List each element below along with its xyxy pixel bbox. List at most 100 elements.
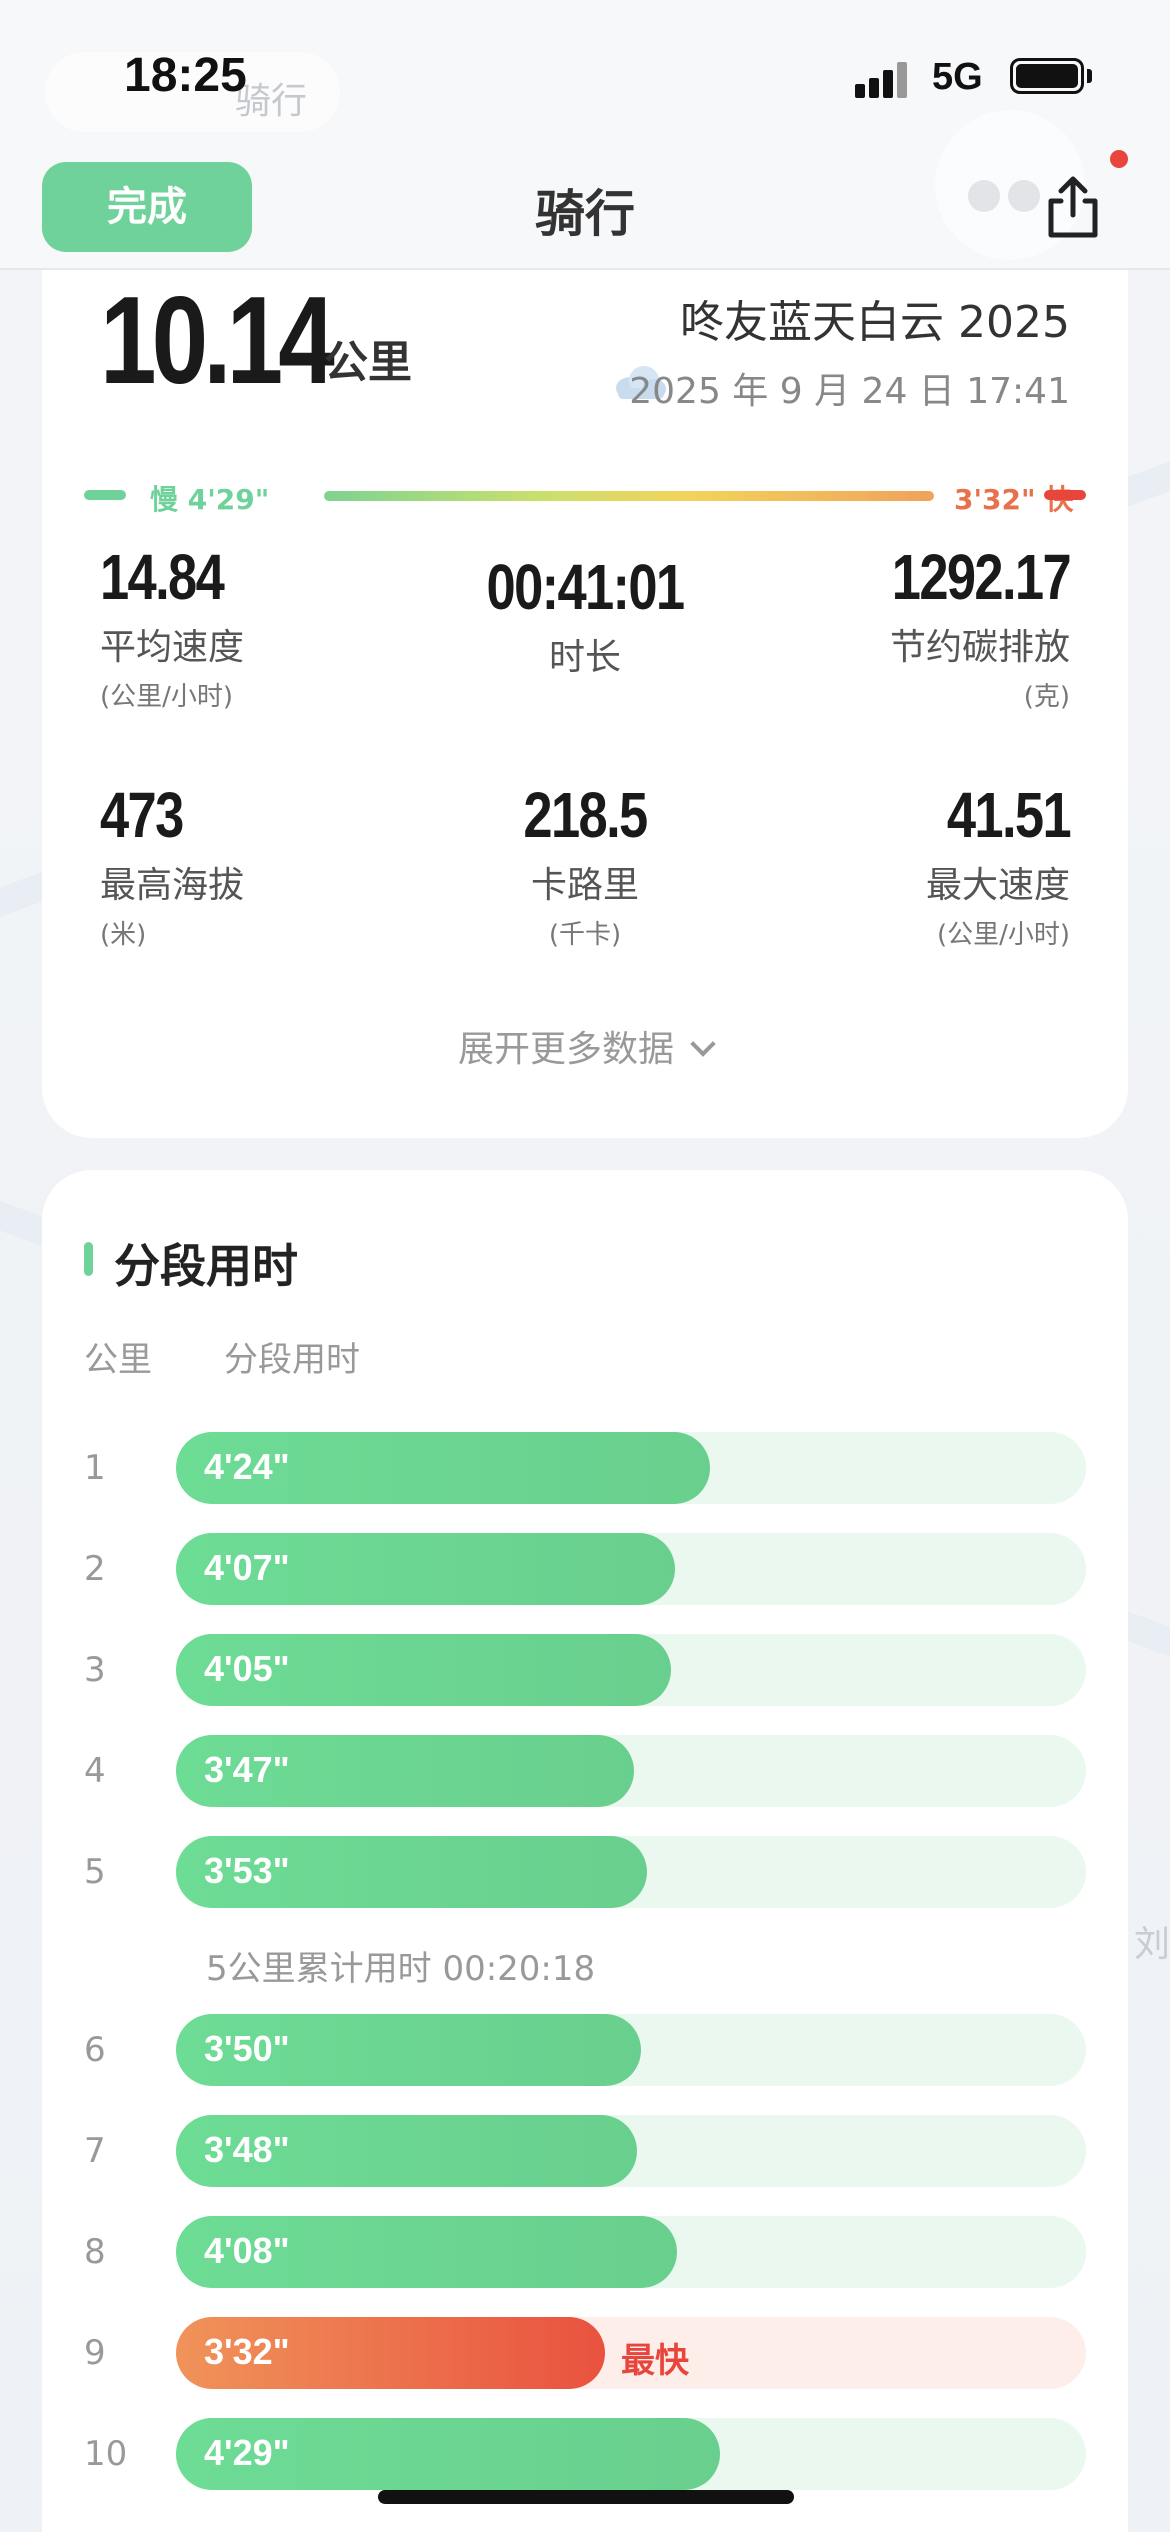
- chevron-down-icon: [690, 1031, 716, 1057]
- activity-title: 咚友蓝天白云 2025: [680, 297, 1070, 348]
- split-time: 4'08": [204, 2230, 290, 2271]
- stat-unit: (克): [1023, 682, 1070, 712]
- split-track: 4'29": [176, 2418, 1086, 2490]
- expand-more-label: 展开更多数据: [457, 1029, 674, 1070]
- split-time: 4'07": [204, 1547, 290, 1588]
- split-bar: 4'29": [176, 2418, 720, 2490]
- network-type: 5G: [932, 56, 983, 98]
- split-km: 10: [84, 2434, 128, 2474]
- share-icon[interactable]: [1045, 175, 1101, 239]
- split-track: 3'32" 最快: [176, 2317, 1086, 2389]
- split-time: 4'24": [204, 1446, 290, 1487]
- split-times-card: 分段用时 公里 分段用时 1 4'24" 2 4'07" 3 4'05" 4 3'47" 5 3'…: [42, 1170, 1128, 2532]
- stat-value: 1292.17: [891, 541, 1072, 613]
- page-title: 骑行: [535, 185, 635, 243]
- split-km: 2: [84, 1549, 106, 1589]
- distance-unit: 公里: [324, 337, 412, 388]
- stat-unit: (公里/小时): [936, 920, 1070, 950]
- split-km: 7: [84, 2131, 106, 2171]
- split-track: 3'48": [176, 2115, 1086, 2187]
- stat-duration: 00:41:01 时长: [425, 550, 745, 680]
- nav-bar: 完成 骑行: [0, 110, 1170, 270]
- stat-label: 平均速度: [100, 627, 245, 668]
- split-bar: 3'48": [176, 2115, 637, 2187]
- split-time: 3'32": [204, 2331, 290, 2372]
- split-bar: 4'05": [176, 1634, 671, 1706]
- pace-gradient: [324, 491, 934, 501]
- split-bar: 3'53": [176, 1836, 647, 1908]
- column-header-split-time: 分段用时: [224, 1340, 360, 1380]
- stat-value: 473: [100, 779, 184, 851]
- distance-value: 10.14: [100, 272, 335, 410]
- split-time: 4'29": [204, 2432, 290, 2473]
- stat-carbon-saved: 1292.17 节约碳排放 (克): [750, 540, 1072, 713]
- battery-tip: [1087, 69, 1092, 83]
- status-time: 18:25: [124, 49, 247, 102]
- stat-label: 最高海拔: [100, 865, 245, 906]
- fast-pace-marker: [1044, 490, 1086, 500]
- activity-datetime: 2025 年 9 月 24 日 17:41: [629, 371, 1070, 412]
- split-track: 4'24": [176, 1432, 1086, 1504]
- column-header-km: 公里: [84, 1340, 152, 1380]
- split-km: 8: [84, 2232, 106, 2272]
- split-time: 4'05": [204, 1648, 290, 1689]
- split-km: 5: [84, 1852, 106, 1892]
- split-bar: 4'07": [176, 1533, 675, 1605]
- stat-value: 41.51: [946, 779, 1072, 851]
- split-row: 2 4'07": [42, 1533, 1128, 1605]
- split-row: 3 4'05": [42, 1634, 1128, 1706]
- split-bar: 3'47": [176, 1735, 634, 1807]
- stat-unit: (公里/小时): [100, 682, 234, 712]
- slow-pace-label: 慢 4'29": [150, 483, 270, 516]
- split-bar: 4'24": [176, 1432, 710, 1504]
- stat-value: 14.84: [100, 541, 225, 613]
- stat-unit: (千卡): [548, 920, 622, 950]
- stat-value: 218.5: [523, 779, 648, 851]
- stat-label: 时长: [548, 637, 621, 678]
- split-row: 7 3'48": [42, 2115, 1128, 2187]
- cumulative-5km: 5公里累计用时 00:20:18: [206, 1949, 596, 1989]
- split-track: 3'53": [176, 1836, 1086, 1908]
- split-km: 9: [84, 2333, 106, 2373]
- split-row: 9 3'32" 最快: [42, 2317, 1128, 2389]
- pace-range-bar: 慢 4'29" 3'32" 快: [84, 470, 1086, 520]
- split-row: 8 4'08": [42, 2216, 1128, 2288]
- fastest-badge: 最快: [621, 2341, 689, 2381]
- summary-card: 10.14 公里 咚友蓝天白云 2025 2025 年 9 月 24 日 17:…: [42, 270, 1128, 1138]
- split-track: 3'47": [176, 1735, 1086, 1807]
- stat-calories: 218.5 卡路里 (千卡): [425, 778, 745, 951]
- battery-icon: [1010, 58, 1084, 94]
- home-indicator: [378, 2490, 794, 2504]
- split-track: 4'08": [176, 2216, 1086, 2288]
- slow-pace-marker: [84, 490, 126, 500]
- split-time: 3'50": [204, 2028, 290, 2069]
- expand-more-button[interactable]: 展开更多数据: [42, 1020, 1128, 1072]
- map-label: 刘: [1133, 1924, 1170, 1965]
- split-row: 6 3'50": [42, 2014, 1128, 2086]
- stat-label: 节约碳排放: [889, 627, 1070, 668]
- split-time: 3'47": [204, 1749, 290, 1790]
- stat-avg-speed: 14.84 平均速度 (公里/小时): [100, 540, 420, 713]
- split-km: 6: [84, 2030, 106, 2070]
- split-time: 3'53": [204, 1850, 290, 1891]
- split-km: 4: [84, 1751, 106, 1791]
- split-km: 3: [84, 1650, 106, 1690]
- stat-max-speed: 41.51 最大速度 (公里/小时): [750, 778, 1072, 951]
- cellular-signal-icon: [855, 60, 915, 98]
- section-title: 分段用时: [114, 1239, 298, 1293]
- split-bar: 4'08": [176, 2216, 677, 2288]
- split-bar: 3'32": [176, 2317, 605, 2389]
- split-track: 4'07": [176, 1533, 1086, 1605]
- split-track: 4'05": [176, 1634, 1086, 1706]
- split-row: 10 4'29": [42, 2418, 1128, 2490]
- split-row: 4 3'47": [42, 1735, 1128, 1807]
- split-row: 1 4'24": [42, 1432, 1128, 1504]
- section-accent-bar: [84, 1242, 93, 1276]
- split-time: 3'48": [204, 2129, 290, 2170]
- split-bar: 3'50": [176, 2014, 641, 2086]
- split-track: 3'50": [176, 2014, 1086, 2086]
- split-km: 1: [84, 1448, 106, 1488]
- split-row: 5 3'53": [42, 1836, 1128, 1908]
- stat-label: 最大速度: [925, 865, 1070, 906]
- stat-value: 00:41:01: [486, 551, 686, 623]
